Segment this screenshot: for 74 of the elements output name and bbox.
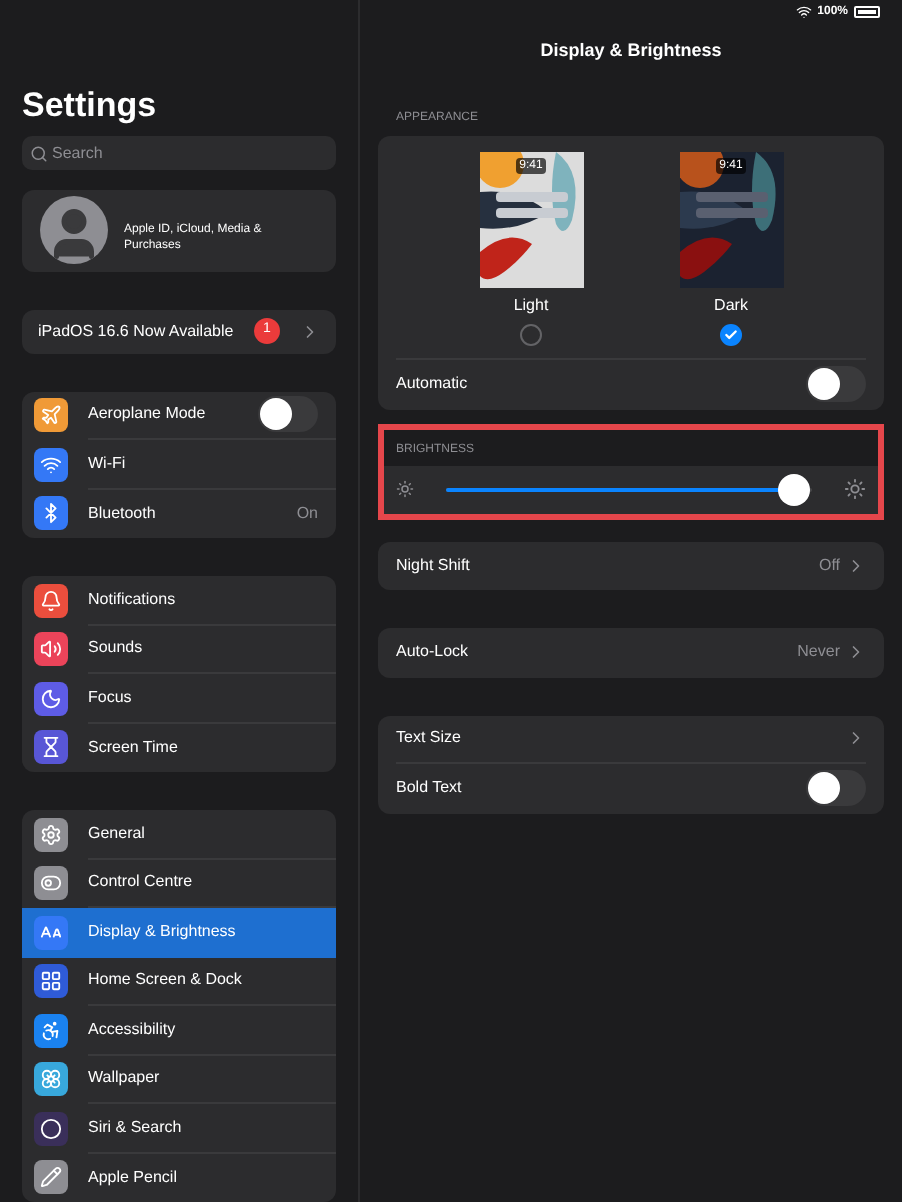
toggle-switch[interactable] xyxy=(258,396,318,433)
accessibility-icon xyxy=(34,1013,68,1048)
item-label: Bluetooth xyxy=(88,501,158,526)
page-title: Display & Brightness xyxy=(538,38,724,64)
row-value: Never xyxy=(797,640,840,665)
sidebar-item[interactable]: Screen Time xyxy=(22,723,336,772)
sidebar-item[interactable]: Apple Pencil xyxy=(22,1153,336,1202)
moon-icon xyxy=(34,681,68,716)
item-label: Notifications xyxy=(88,587,178,612)
sidebar-item[interactable]: Sounds xyxy=(22,625,336,674)
settings-row[interactable]: Auto-Lock Never xyxy=(378,628,884,677)
update-label: iPadOS 16.6 Now Available xyxy=(38,319,236,343)
item-label: Accessibility xyxy=(88,1017,178,1042)
row-label: Text Size xyxy=(396,726,463,751)
row-label: Bold Text xyxy=(396,776,464,801)
row-label: Automatic xyxy=(396,372,470,396)
row-value: Off xyxy=(818,553,840,578)
sidebar-item[interactable]: Bluetooth On xyxy=(22,489,336,538)
sidebar-item[interactable]: Wallpaper xyxy=(22,1055,336,1104)
sidebar-item[interactable]: Aeroplane Mode xyxy=(22,391,336,440)
item-label: Screen Time xyxy=(88,735,180,760)
settings-row[interactable]: Text Size xyxy=(378,715,884,764)
battery-icon xyxy=(854,6,880,18)
flower-icon xyxy=(34,1062,68,1097)
appearance-label: Dark xyxy=(714,293,748,317)
row-label: Night Shift xyxy=(396,553,472,578)
toggle-switch[interactable] xyxy=(806,770,866,807)
item-label: Aeroplane Mode xyxy=(88,402,208,427)
item-label: Home Screen & Dock xyxy=(88,968,244,993)
search-icon xyxy=(30,144,48,162)
item-label: Siri & Search xyxy=(88,1115,184,1140)
pencil-icon xyxy=(34,1160,68,1195)
item-label: Apple Pencil xyxy=(88,1165,179,1190)
search-field[interactable]: Search xyxy=(22,136,336,170)
sidebar-item[interactable]: Notifications xyxy=(22,576,336,625)
toggle-switch[interactable] xyxy=(806,366,866,402)
airplane-icon xyxy=(34,398,68,433)
sidebar-title: Settings xyxy=(22,84,159,128)
bell-icon xyxy=(34,583,68,618)
bluetooth-icon xyxy=(34,496,68,531)
orb-icon xyxy=(34,1111,68,1146)
sidebar-item[interactable]: General xyxy=(22,810,336,859)
speaker-icon xyxy=(34,632,68,667)
dim-sun-icon xyxy=(396,480,414,498)
bright-sun-icon xyxy=(844,478,866,500)
grid-icon xyxy=(34,964,68,999)
settings-row[interactable]: Night Shift Off xyxy=(378,541,884,590)
sidebar-item[interactable]: Display & Brightness xyxy=(22,908,336,957)
switches-icon xyxy=(34,866,68,901)
row-label: Auto-Lock xyxy=(396,640,471,665)
wifi-icon xyxy=(34,447,68,482)
sidebar-item[interactable]: Accessibility xyxy=(22,1006,336,1055)
item-label: Wi-Fi xyxy=(88,451,128,476)
item-label: Control Centre xyxy=(88,870,195,895)
sidebar-item[interactable]: Focus xyxy=(22,674,336,723)
item-label: Focus xyxy=(88,685,134,710)
hourglass-icon xyxy=(34,730,68,765)
appearance-label: Light xyxy=(513,293,549,317)
item-value: On xyxy=(296,501,318,526)
item-label: General xyxy=(88,821,147,846)
sidebar-item[interactable]: Home Screen & Dock xyxy=(22,957,336,1006)
check-icon xyxy=(724,327,738,341)
item-label: Sounds xyxy=(88,636,145,661)
sidebar-item[interactable]: Siri & Search xyxy=(22,1104,336,1153)
text-size-icon xyxy=(34,915,68,950)
radio-button[interactable] xyxy=(520,323,542,345)
avatar-icon xyxy=(40,196,108,265)
settings-row[interactable]: Bold Text xyxy=(378,764,884,813)
sidebar-item[interactable]: Wi-Fi xyxy=(22,440,336,489)
item-label: Display & Brightness xyxy=(88,920,238,945)
gear-icon xyxy=(34,817,68,852)
radio-button[interactable] xyxy=(720,323,742,345)
item-label: Wallpaper xyxy=(88,1066,162,1091)
wifi-icon xyxy=(795,4,812,20)
